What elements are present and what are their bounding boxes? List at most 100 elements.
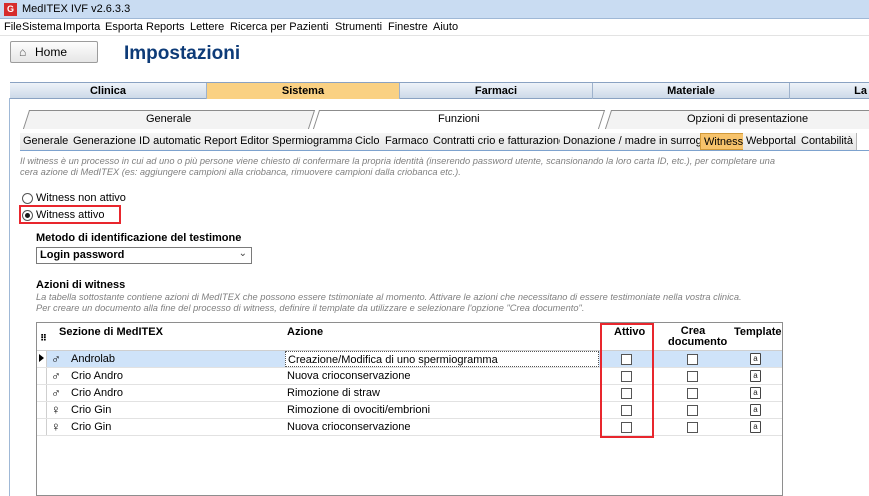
tab-sistema[interactable]: Sistema: [206, 83, 399, 99]
row-header[interactable]: [37, 351, 47, 367]
home-button-label: Home: [35, 45, 68, 59]
create-document-checkbox[interactable]: [687, 388, 698, 399]
tab-contabilita[interactable]: Contabilità: [798, 133, 857, 150]
tab-funzioni-label: Funzioni: [438, 113, 480, 125]
app-logo-icon: G: [4, 3, 17, 16]
radio-off-indicator[interactable]: [22, 193, 33, 204]
create-document-checkbox[interactable]: [687, 371, 698, 382]
table-header: ⠿ Sezione di MedITEX Azione Attivo Crea …: [37, 323, 782, 351]
table-row[interactable]: ♂ Crio Andro Rimozione di straw a: [37, 385, 782, 402]
menu-importa[interactable]: Importa: [63, 21, 100, 33]
home-button[interactable]: ⌂ Home: [10, 41, 98, 63]
cell-section[interactable]: Crio Gin: [71, 421, 111, 433]
panel-left-border: [9, 98, 10, 496]
menu-lettere[interactable]: Lettere: [190, 21, 224, 33]
home-icon: ⌂: [19, 45, 27, 59]
tab-la[interactable]: La: [789, 83, 869, 99]
cell-action[interactable]: Rimozione di straw: [285, 385, 599, 401]
row-header[interactable]: [37, 419, 47, 435]
tab-contratti-crio[interactable]: Contratti crio e fatturazione: [430, 133, 570, 150]
cell-action[interactable]: Creazione/Modifica di uno spermiogramma: [285, 351, 599, 367]
template-document-icon[interactable]: a: [750, 353, 761, 365]
menu-aiuto[interactable]: Aiuto: [433, 21, 458, 33]
male-icon: ♂: [51, 368, 61, 383]
cell-action[interactable]: Rimozione di ovociti/embrioni: [285, 402, 599, 418]
chevron-down-icon: ⌄: [238, 248, 247, 259]
actions-description-line2: Per creare un documento alla fine del pr…: [36, 303, 585, 313]
create-document-checkbox[interactable]: [687, 422, 698, 433]
radio-witness-off-label: Witness non attivo: [36, 192, 126, 204]
tertiary-tab-bar: Generale Generazione ID automatica Repor…: [20, 133, 869, 151]
menu-bar: File Sistema Importa Esporta Reports Let…: [0, 19, 869, 36]
window-title: MedITEX IVF v2.6.3.3: [22, 3, 131, 15]
header-create-document[interactable]: Crea documento: [668, 326, 727, 348]
tab-generazione-id[interactable]: Generazione ID automatica: [70, 133, 211, 150]
tab-funzioni[interactable]: Funzioni: [312, 110, 606, 129]
header-section[interactable]: Sezione di MedITEX: [59, 326, 163, 338]
title-bar: G MedITEX IVF v2.6.3.3: [0, 0, 869, 19]
tab-opzioni-presentazione-label: Opzioni di presentazione: [687, 113, 809, 125]
create-document-checkbox[interactable]: [687, 405, 698, 416]
witness-actions-table: ⠿ Sezione di MedITEX Azione Attivo Crea …: [36, 322, 783, 496]
tab-generale-secondary[interactable]: Generale: [22, 110, 316, 129]
menu-strumenti[interactable]: Strumenti: [335, 21, 382, 33]
table-row[interactable]: ♀ Crio Gin Rimozione di ovociti/embrioni…: [37, 402, 782, 419]
menu-esporta[interactable]: Esporta: [105, 21, 143, 33]
tab-materiale[interactable]: Materiale: [592, 83, 789, 99]
menu-finestre[interactable]: Finestre: [388, 21, 428, 33]
cell-section[interactable]: Crio Andro: [71, 370, 123, 382]
table-row[interactable]: ♀ Crio Gin Nuova crioconservazione a: [37, 419, 782, 436]
tab-ciclo[interactable]: Ciclo: [352, 133, 384, 150]
identification-value: Login password: [40, 249, 125, 261]
female-icon: ♀: [51, 402, 61, 417]
tab-opzioni-presentazione[interactable]: Opzioni di presentazione: [604, 110, 869, 129]
male-icon: ♂: [51, 351, 61, 366]
identification-dropdown[interactable]: Login password ⌄: [36, 247, 252, 264]
row-header[interactable]: [37, 368, 47, 384]
tab-witness[interactable]: Witness: [700, 133, 748, 150]
cell-action[interactable]: Nuova crioconservazione: [285, 419, 599, 435]
tab-report-editor[interactable]: Report Editor: [201, 133, 273, 150]
witness-description: Il witness è un processo in cui ad uno o…: [20, 156, 776, 177]
cell-section[interactable]: Androlab: [71, 353, 115, 365]
actions-description-line1: La tabella sottostante contiene azioni d…: [36, 292, 742, 302]
tab-spermiogramma[interactable]: Spermiogramma: [269, 133, 358, 150]
tab-clinica[interactable]: Clinica: [10, 83, 206, 99]
top-tab-bar: Clinica Sistema Farmaci Materiale La: [10, 82, 869, 99]
cell-action[interactable]: Nuova crioconservazione: [285, 368, 599, 384]
cell-section[interactable]: Crio Andro: [71, 387, 123, 399]
template-document-icon[interactable]: a: [750, 370, 761, 382]
current-row-pointer-icon: [39, 354, 44, 362]
actions-description: La tabella sottostante contiene azioni d…: [36, 292, 756, 314]
create-document-checkbox[interactable]: [687, 354, 698, 365]
table-row[interactable]: ♂ Androlab Creazione/Modifica di uno spe…: [37, 351, 782, 368]
male-icon: ♂: [51, 385, 61, 400]
table-row[interactable]: ♂ Crio Andro Nuova crioconservazione a: [37, 368, 782, 385]
cell-section[interactable]: Crio Gin: [71, 404, 111, 416]
menu-ricerca-pazienti[interactable]: Ricerca per Pazienti: [230, 21, 328, 33]
row-header[interactable]: [37, 402, 47, 418]
tab-donazione[interactable]: Donazione / madre in surroga: [560, 133, 712, 150]
highlight-active-column: [600, 323, 654, 438]
tab-farmaci[interactable]: Farmaci: [399, 83, 592, 99]
column-chooser-icon[interactable]: ⠿: [40, 333, 47, 344]
tab-generale-secondary-label: Generale: [146, 113, 192, 125]
template-document-icon[interactable]: a: [750, 421, 761, 433]
page-title: Impostazioni: [124, 43, 241, 64]
template-document-icon[interactable]: a: [750, 404, 761, 416]
female-icon: ♀: [51, 419, 61, 434]
tab-webportal[interactable]: Webportal: [743, 133, 800, 150]
header-action[interactable]: Azione: [287, 326, 323, 338]
identification-label: Metodo di identificazione del testimone: [36, 232, 242, 244]
header-template[interactable]: Template: [734, 326, 781, 338]
tab-generale[interactable]: Generale: [20, 133, 73, 150]
template-document-icon[interactable]: a: [750, 387, 761, 399]
tab-farmaco[interactable]: Farmaco: [382, 133, 433, 150]
menu-file[interactable]: File: [4, 21, 22, 33]
highlight-witness-on: [19, 205, 121, 224]
actions-section-title: Azioni di witness: [36, 279, 126, 291]
menu-reports[interactable]: Reports: [146, 21, 185, 33]
menu-sistema[interactable]: Sistema: [22, 21, 62, 33]
secondary-tab-bar: Generale Funzioni Opzioni di presentazio…: [18, 110, 869, 129]
row-header[interactable]: [37, 385, 47, 401]
